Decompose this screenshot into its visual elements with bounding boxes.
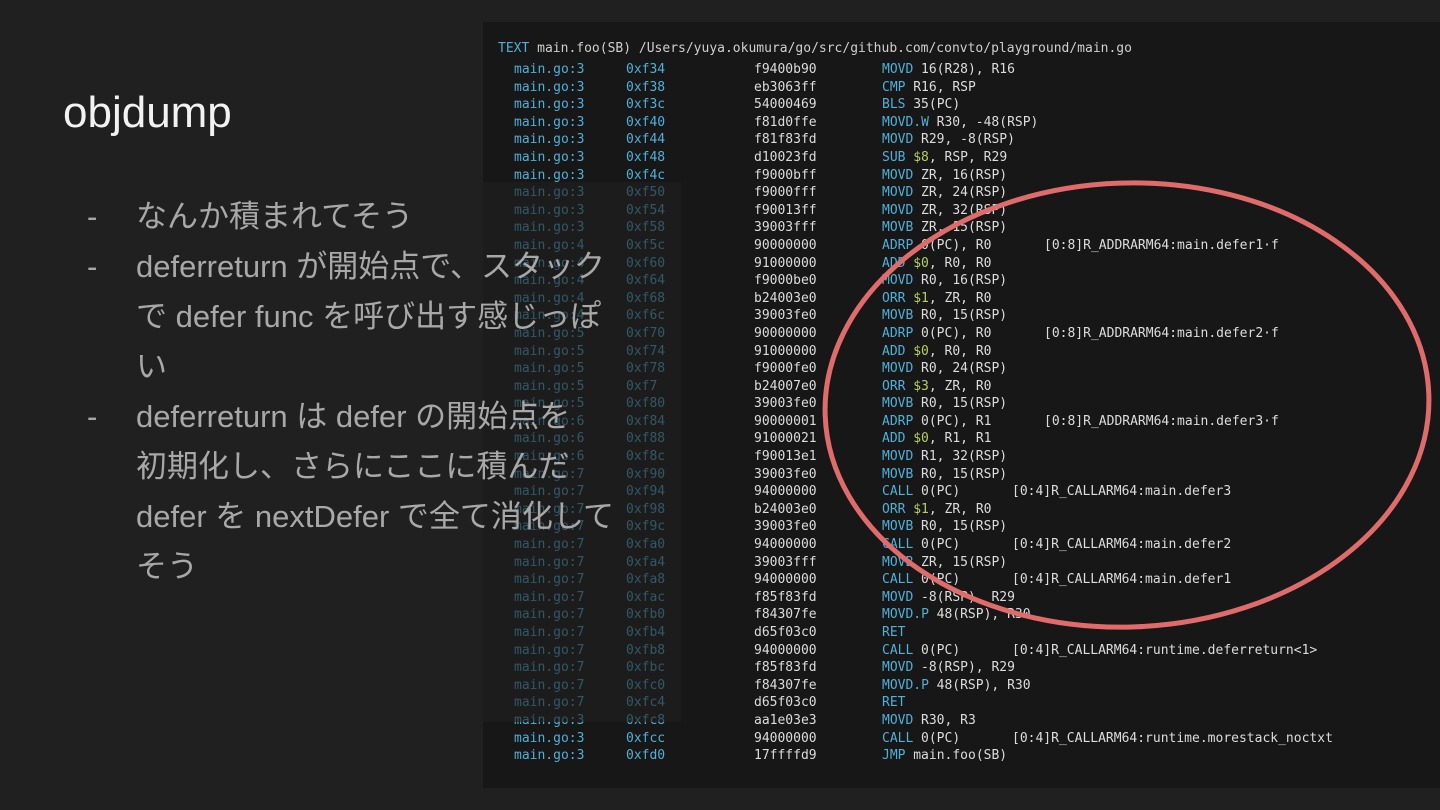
annotation-layer [822, 180, 1432, 630]
highlight-circle [822, 180, 1432, 630]
